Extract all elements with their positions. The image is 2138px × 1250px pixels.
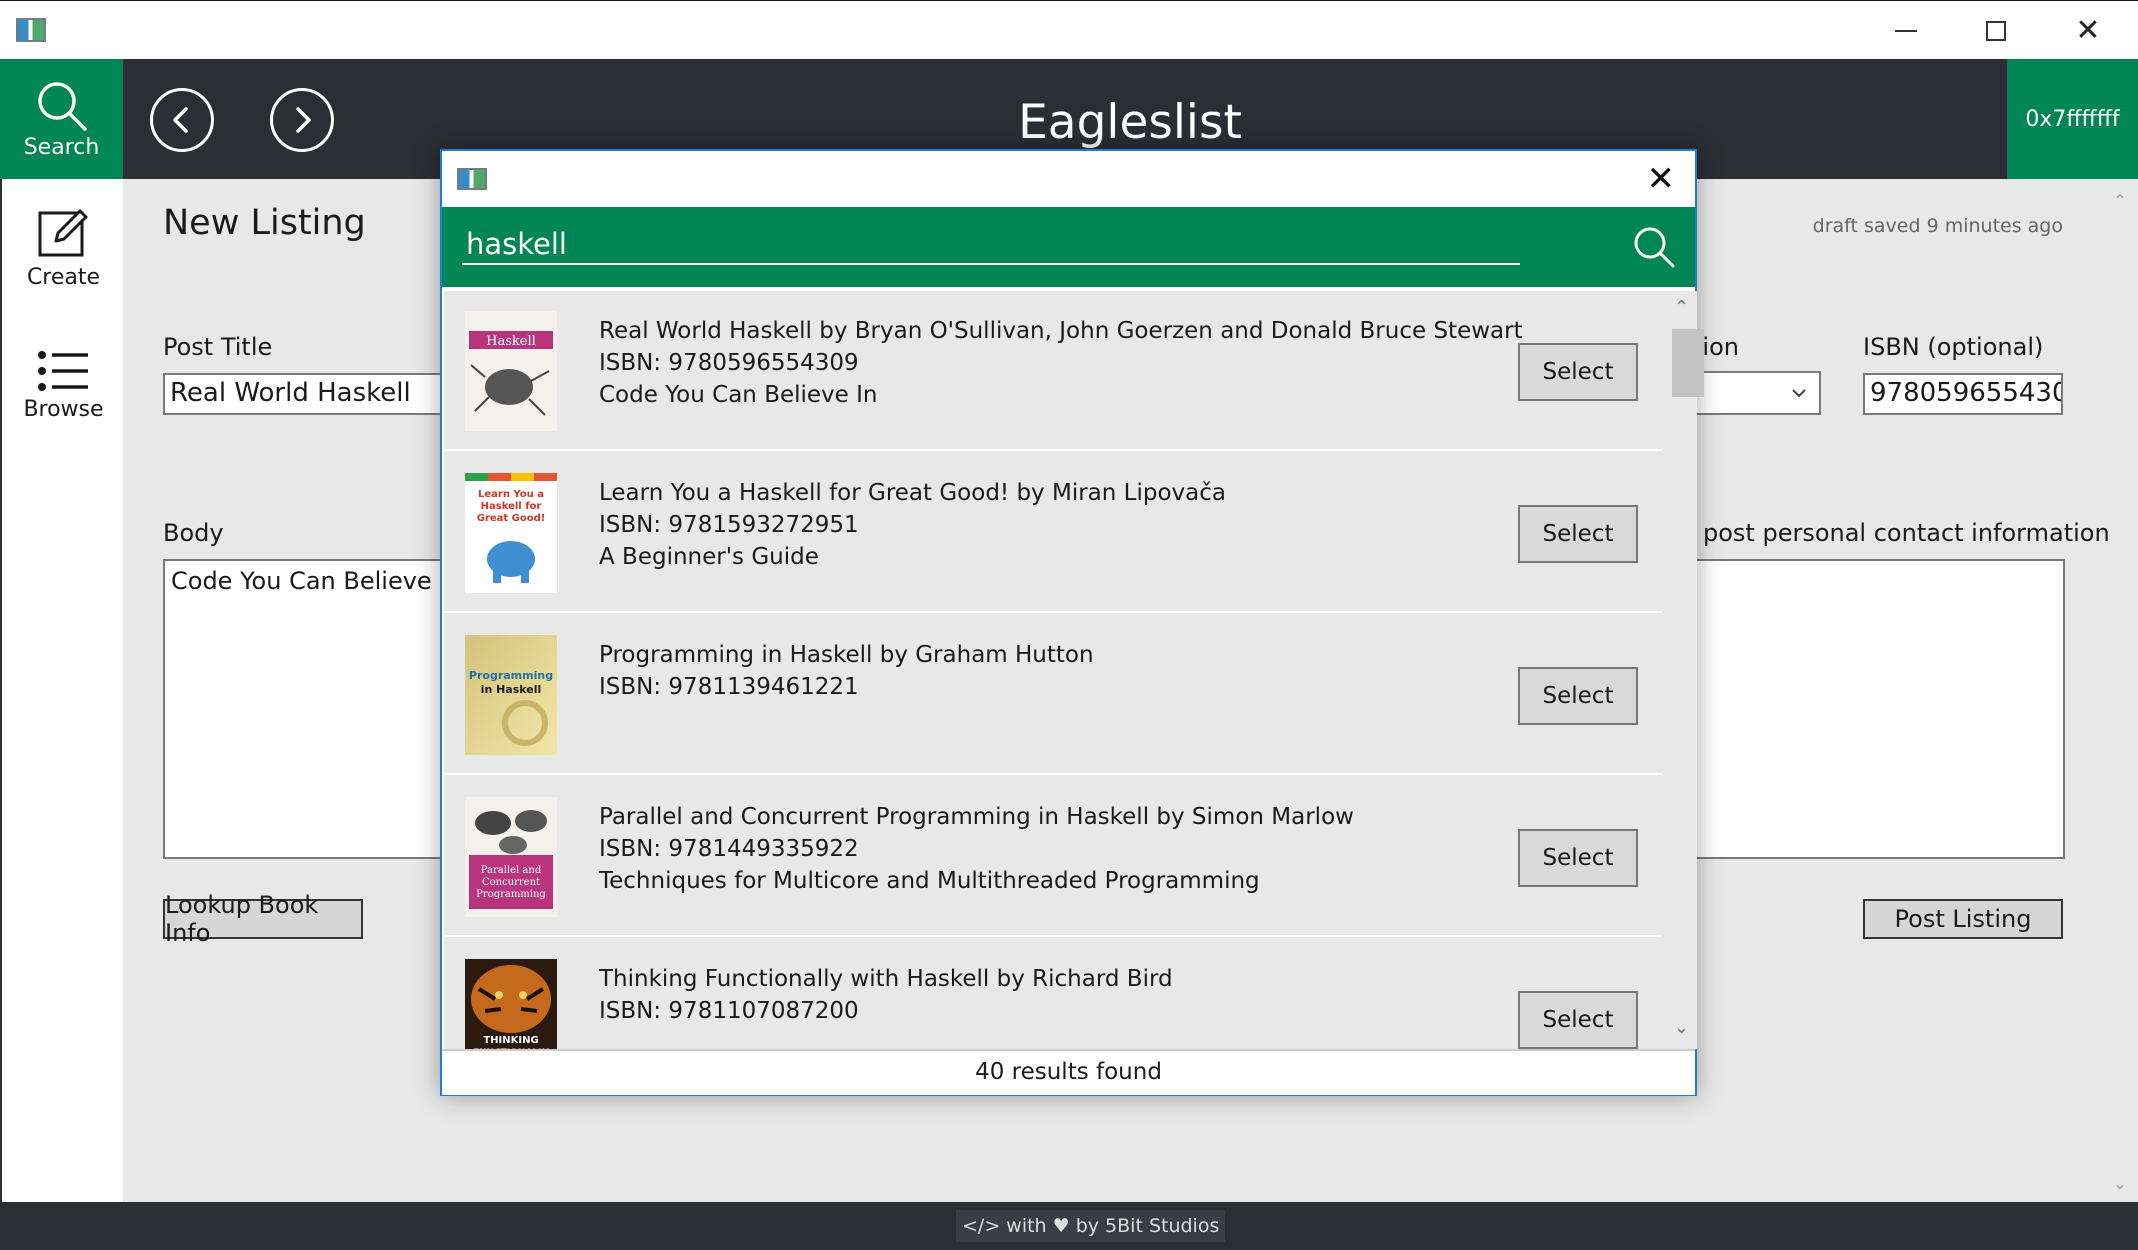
- result-isbn: ISBN: 9780596554309: [599, 350, 859, 376]
- close-icon: ✕: [1646, 159, 1676, 199]
- search-icon[interactable]: [1632, 225, 1676, 269]
- page-title: New Listing: [163, 203, 366, 243]
- list-item: Parallel and Concurrent Programming Para…: [444, 777, 1662, 937]
- search-results-list: Haskell Real World Haskell by Bryan O'Su…: [444, 291, 1662, 1049]
- book-cover-image: Programming in Haskell: [465, 635, 557, 755]
- list-icon: [37, 351, 88, 391]
- result-details: Thinking Functionally with Haskell by Ri…: [599, 963, 1173, 1027]
- select-button[interactable]: Select: [1518, 505, 1638, 563]
- book-lookup-dialog: ✕ haskell Haskell Real World Haskell by …: [440, 149, 1704, 1096]
- close-window-button[interactable]: ✕: [2042, 1, 2134, 60]
- lookup-book-info-button[interactable]: Lookup Book Info: [163, 891, 363, 947]
- contact-warning: post personal contact information: [1703, 519, 2110, 547]
- book-cover-image: THINKING FUNCTIONALLY: [465, 959, 557, 1049]
- draft-status: draft saved 9 minutes ago: [1812, 215, 2063, 237]
- scrollbar-thumb[interactable]: [1672, 329, 1704, 397]
- sidebar: Create Browse: [0, 179, 123, 1202]
- select-button[interactable]: Select: [1518, 991, 1638, 1049]
- isbn-input[interactable]: 9780596554309: [1863, 373, 2063, 415]
- window-titlebar: ✕: [0, 0, 2138, 59]
- chevron-down-icon[interactable]: ⌄: [1674, 1017, 1689, 1038]
- app-title: Eagleslist: [1018, 95, 1242, 150]
- result-title: Real World Haskell by Bryan O'Sullivan, …: [599, 318, 1523, 344]
- svg-text:Learn You a: Learn You a: [478, 489, 544, 500]
- close-icon: ✕: [2075, 12, 2101, 48]
- result-isbn: ISBN: 9781139461221: [599, 674, 859, 700]
- svg-text:Parallel and: Parallel and: [481, 865, 542, 876]
- result-subtitle: A Beginner's Guide: [599, 544, 819, 570]
- results-count: 40 results found: [442, 1049, 1695, 1095]
- post-listing-button[interactable]: Post Listing: [1863, 899, 2063, 939]
- sidebar-item-browse[interactable]: Browse: [2, 349, 125, 422]
- result-details: Learn You a Haskell for Great Good! by M…: [599, 477, 1226, 573]
- result-details: Real World Haskell by Bryan O'Sullivan, …: [599, 315, 1523, 411]
- book-cover-image: Haskell: [465, 311, 557, 431]
- svg-text:THINKING: THINKING: [483, 1035, 538, 1046]
- chevron-up-icon[interactable]: ⌃: [1674, 297, 1689, 318]
- footer: </> with ♥ by 5Bit Studios: [0, 1202, 2138, 1250]
- result-subtitle: Techniques for Multicore and Multithread…: [599, 868, 1260, 894]
- result-details: Parallel and Concurrent Programming in H…: [599, 801, 1354, 897]
- pencil-icon: [38, 209, 87, 257]
- book-cover-image: Parallel and Concurrent Programming: [465, 797, 557, 917]
- select-button[interactable]: Select: [1518, 343, 1638, 401]
- sidebar-item-label: Create: [26, 265, 101, 290]
- maximize-icon: [1986, 20, 2006, 41]
- result-isbn: ISBN: 9781449335922: [599, 836, 859, 862]
- minimize-button[interactable]: [1860, 1, 1952, 60]
- book-search-input[interactable]: haskell: [462, 223, 1520, 265]
- result-isbn: ISBN: 9781593272951: [599, 512, 859, 538]
- select-button[interactable]: Select: [1518, 829, 1638, 887]
- maximize-button[interactable]: [1950, 1, 2042, 60]
- post-title-label: Post Title: [163, 333, 273, 361]
- sidebar-item-label: Browse: [23, 397, 104, 422]
- svg-text:Concurrent: Concurrent: [482, 877, 540, 888]
- result-title: Programming in Haskell by Graham Hutton: [599, 642, 1094, 668]
- result-subtitle: Code You Can Believe In: [599, 382, 878, 408]
- page-scroll-down-icon[interactable]: ⌄: [2110, 1174, 2130, 1193]
- svg-text:Programming: Programming: [469, 669, 553, 682]
- dialog-search-bar: haskell: [442, 207, 1695, 287]
- isbn-label: ISBN (optional): [1863, 333, 2044, 361]
- app-window-icon: [457, 168, 487, 190]
- page-scroll-up-icon[interactable]: ⌃: [2110, 191, 2130, 210]
- cover-title: Haskell: [486, 334, 536, 349]
- result-isbn: ISBN: 9781107087200: [599, 998, 859, 1024]
- result-title: Learn You a Haskell for Great Good! by M…: [599, 480, 1226, 506]
- result-details: Programming in Haskell by Graham Hutton …: [599, 639, 1094, 703]
- chevron-down-icon: [1792, 389, 1806, 398]
- list-item: Programming in Haskell Programming in Ha…: [444, 615, 1662, 775]
- results-scrollbar[interactable]: ⌃ ⌄: [1662, 291, 1704, 1049]
- list-item: Learn You a Haskell for Great Good! Lear…: [444, 453, 1662, 613]
- dialog-titlebar: ✕: [442, 151, 1695, 207]
- book-cover-image: Learn You a Haskell for Great Good!: [465, 473, 557, 593]
- svg-text:Programming: Programming: [476, 889, 546, 900]
- app-window-icon: [16, 18, 46, 42]
- select-button[interactable]: Select: [1518, 667, 1638, 725]
- svg-text:in Haskell: in Haskell: [481, 683, 542, 696]
- body-text: Code You Can Believe In: [171, 567, 462, 595]
- dialog-close-button[interactable]: ✕: [1647, 159, 1676, 199]
- result-title: Parallel and Concurrent Programming in H…: [599, 804, 1354, 830]
- list-item: Haskell Real World Haskell by Bryan O'Su…: [444, 291, 1662, 451]
- minimize-icon: [1895, 29, 1917, 32]
- body-label: Body: [163, 519, 224, 547]
- svg-text:Great Good!: Great Good!: [477, 513, 546, 524]
- user-account-button[interactable]: 0x7fffffff: [2007, 59, 2138, 179]
- svg-text:Haskell for: Haskell for: [481, 501, 542, 512]
- sidebar-item-create[interactable]: Create: [2, 205, 125, 290]
- list-item: THINKING FUNCTIONALLY Thinking Functiona…: [444, 939, 1662, 1049]
- footer-credit: </> with ♥ by 5Bit Studios: [956, 1210, 1226, 1242]
- result-title: Thinking Functionally with Haskell by Ri…: [599, 966, 1173, 992]
